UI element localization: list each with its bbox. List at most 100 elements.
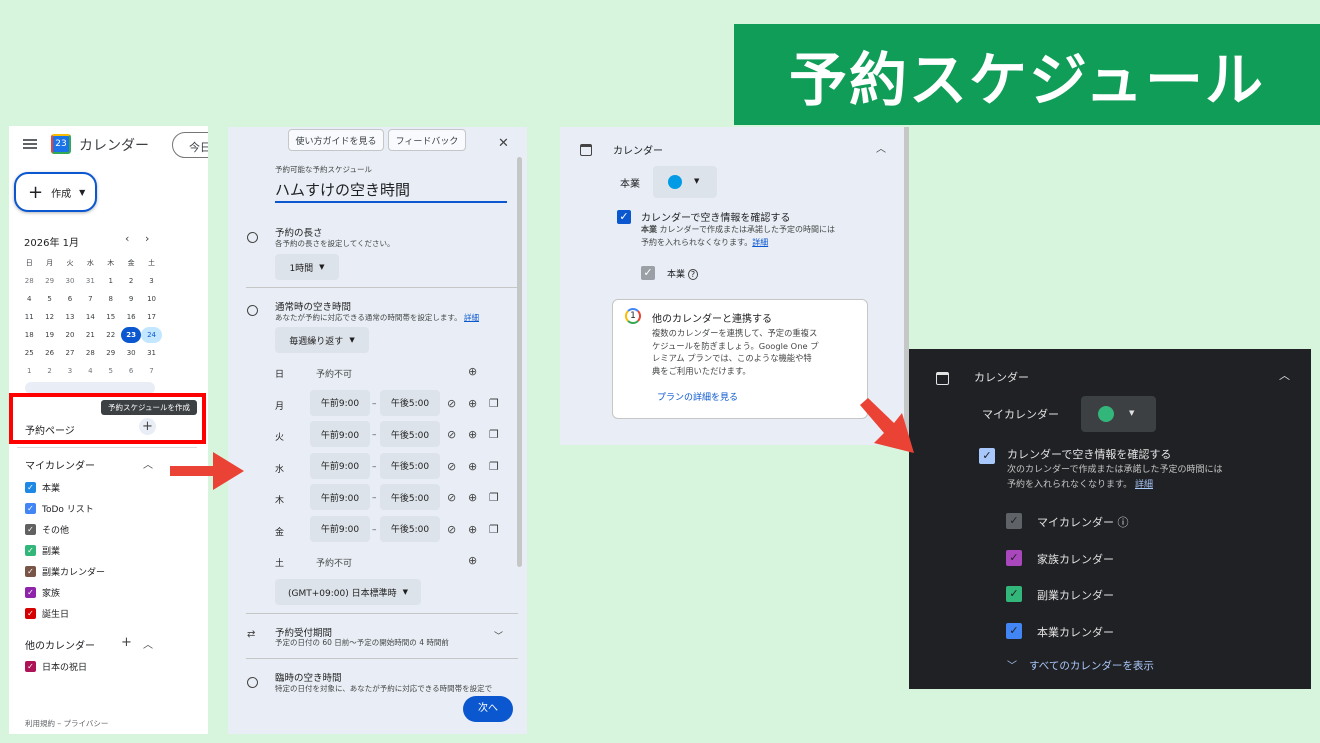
add-time-icon[interactable]: ⊕ [468, 523, 477, 536]
add-time-icon[interactable]: ⊕ [468, 428, 477, 441]
add-time-icon[interactable]: ⊕ [468, 397, 477, 410]
day-cell[interactable]: 23 [120, 327, 142, 343]
copy-icon[interactable]: ❐ [489, 491, 499, 504]
details-link[interactable]: 詳細 [464, 313, 479, 322]
checkbox-icon[interactable]: ✓ [25, 545, 36, 556]
day-cell[interactable]: 30 [60, 273, 80, 289]
day-cell[interactable]: 7 [80, 291, 100, 307]
calendar-item[interactable]: ✓ 副業カレンダー [25, 565, 105, 578]
add-time-icon[interactable]: ⊕ [468, 554, 477, 567]
checkbox-icon[interactable]: ✓ [25, 587, 36, 598]
calendar-item[interactable]: ✓ 副業 [25, 544, 60, 557]
my-calendars-header[interactable]: マイカレンダー [25, 457, 95, 472]
checkbox-icon[interactable]: ✓ [1006, 513, 1022, 529]
day-cell[interactable]: 11 [19, 309, 39, 325]
day-cell[interactable]: 15 [101, 309, 121, 325]
checkbox-icon[interactable]: ✓ [1006, 549, 1022, 566]
day-cell[interactable]: 25 [19, 345, 39, 361]
start-time-select[interactable]: 午前9:00 [310, 452, 370, 479]
plan-details-link[interactable]: プランの詳細を見る [657, 390, 738, 403]
prev-month-icon[interactable]: ‹ [125, 232, 129, 245]
feedback-button[interactable]: フィードバック [388, 129, 466, 151]
availability-checkbox[interactable]: ✓ [617, 210, 631, 224]
day-cell[interactable]: 29 [101, 345, 121, 361]
add-other-calendar-icon[interactable]: + [121, 635, 132, 650]
calendar-item[interactable]: ✓ 家族 [25, 586, 60, 599]
sub-calendar-checkbox[interactable]: ✓ [641, 266, 655, 280]
calendar-item[interactable]: ✓ ToDo リスト [25, 502, 94, 515]
day-cell[interactable]: 13 [60, 309, 80, 325]
add-time-icon[interactable]: ⊕ [468, 365, 477, 378]
day-cell[interactable]: 19 [39, 327, 59, 343]
menu-icon[interactable] [23, 139, 37, 149]
day-cell[interactable]: 17 [141, 309, 161, 325]
copy-icon[interactable]: ❐ [489, 397, 499, 410]
end-time-select[interactable]: 午後5:00 [380, 484, 440, 510]
day-cell[interactable]: 12 [39, 309, 59, 325]
calendar-item[interactable]: ✓ その他 [25, 523, 69, 536]
day-cell[interactable]: 1 [101, 273, 121, 289]
next-month-icon[interactable]: › [145, 232, 149, 245]
day-cell[interactable]: 2 [39, 363, 59, 379]
add-time-icon[interactable]: ⊕ [468, 491, 477, 504]
availability-checkbox[interactable]: ✓ [979, 448, 995, 464]
day-cell[interactable]: 28 [19, 273, 39, 289]
day-cell[interactable]: 31 [80, 273, 100, 289]
remove-time-icon[interactable]: ⊘ [447, 397, 456, 410]
chevron-up-icon[interactable]: ︿ [876, 140, 886, 155]
copy-icon[interactable]: ❐ [489, 460, 499, 473]
day-cell[interactable]: 31 [141, 345, 161, 361]
start-time-select[interactable]: 午前9:00 [310, 484, 370, 510]
day-cell[interactable]: 4 [19, 291, 39, 307]
day-cell[interactable]: 14 [80, 309, 100, 325]
start-time-select[interactable]: 午前9:00 [310, 421, 370, 447]
scrollbar[interactable] [517, 157, 522, 567]
day-cell[interactable]: 26 [39, 345, 59, 361]
checkbox-icon[interactable]: ✓ [25, 608, 36, 619]
remove-time-icon[interactable]: ⊘ [447, 491, 456, 504]
checkbox-icon[interactable]: ✓ [25, 661, 36, 672]
day-cell[interactable]: 3 [141, 273, 161, 289]
remove-time-icon[interactable]: ⊘ [447, 428, 456, 441]
remove-time-icon[interactable]: ⊘ [447, 523, 456, 536]
help-icon[interactable]: ⓘ [1114, 516, 1128, 529]
help-icon[interactable]: ? [687, 269, 699, 280]
color-select[interactable]: ▼ [1081, 396, 1156, 432]
day-cell[interactable]: 3 [60, 363, 80, 379]
day-cell[interactable]: 4 [80, 363, 100, 379]
chevron-down-icon[interactable]: ﹀ [494, 629, 503, 642]
checkbox-icon[interactable]: ✓ [25, 566, 36, 577]
details-link[interactable]: 詳細 [1135, 480, 1153, 490]
start-time-select[interactable]: 午前9:00 [310, 515, 370, 542]
day-cell[interactable]: 21 [80, 327, 100, 343]
day-cell[interactable]: 18 [19, 327, 39, 343]
remove-time-icon[interactable]: ⊘ [447, 460, 456, 473]
create-button[interactable]: + 作成 ▼ [14, 172, 97, 212]
checkbox-icon[interactable]: ✓ [25, 482, 36, 493]
day-cell[interactable]: 30 [121, 345, 141, 361]
start-time-select[interactable]: 午前9:00 [310, 389, 370, 416]
day-cell[interactable]: 27 [60, 345, 80, 361]
day-cell[interactable]: 16 [121, 309, 141, 325]
calendar-item[interactable]: ✓ 本業 [25, 481, 60, 494]
end-time-select[interactable]: 午後5:00 [380, 452, 440, 479]
day-cell[interactable]: 24 [141, 327, 162, 343]
copy-icon[interactable]: ❐ [489, 428, 499, 441]
schedule-title-input[interactable]: ハムすけの空き時間 [275, 179, 507, 203]
chevron-down-icon[interactable]: ﹀ [1007, 657, 1017, 672]
day-cell[interactable]: 5 [39, 291, 59, 307]
guide-button[interactable]: 使い方ガイドを見る [288, 129, 384, 151]
checkbox-icon[interactable]: ✓ [1006, 622, 1022, 639]
day-cell[interactable]: 2 [121, 273, 141, 289]
day-cell[interactable]: 20 [60, 327, 80, 343]
day-cell[interactable]: 5 [101, 363, 121, 379]
footer-links[interactable]: 利用規約 – プライバシー [25, 718, 108, 729]
end-time-select[interactable]: 午後5:00 [380, 421, 440, 447]
day-cell[interactable]: 7 [141, 363, 161, 379]
end-time-select[interactable]: 午後5:00 [380, 389, 440, 416]
timezone-select[interactable]: (GMT+09:00) 日本標準時 ▼ [275, 579, 421, 605]
calendar-item[interactable]: ✓ 日本の祝日 [25, 660, 87, 673]
day-cell[interactable]: 6 [121, 363, 141, 379]
day-cell[interactable]: 29 [39, 273, 59, 289]
details-link[interactable]: 詳細 [752, 238, 768, 247]
